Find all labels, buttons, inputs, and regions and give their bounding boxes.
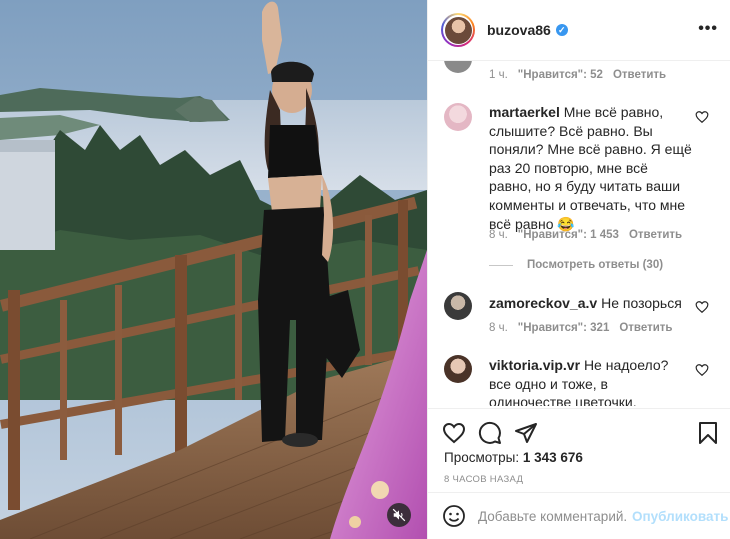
- comment-likes-count[interactable]: "Нравится": 1 453: [518, 229, 619, 241]
- views-count[interactable]: Просмотры: 1 343 676: [444, 450, 583, 465]
- view-replies-button[interactable]: Посмотреть ответы (30): [489, 259, 663, 271]
- bookmark-icon[interactable]: [696, 421, 720, 445]
- author-avatar[interactable]: [441, 13, 475, 47]
- post-header: buzova86 ✓ •••: [428, 0, 730, 61]
- verified-badge-icon: ✓: [555, 24, 568, 36]
- comment-likes-count[interactable]: "Нравится": 52: [518, 69, 603, 81]
- video-frame: [0, 0, 427, 539]
- post-video[interactable]: [0, 0, 427, 539]
- comment-text: Мне всё равно, слышите? Всё равно. Вы по…: [489, 104, 692, 232]
- comment-text: Не позорься: [601, 295, 682, 311]
- divider-line: [489, 264, 513, 266]
- comment-body: viktoria.vip.vr Не надоело? все одно и т…: [489, 356, 694, 406]
- comment-meta: 8 ч. "Нравится": 321 Ответить: [489, 322, 673, 334]
- heart-icon[interactable]: [695, 300, 709, 314]
- heart-icon[interactable]: [442, 421, 466, 445]
- share-paper-plane-icon[interactable]: [514, 421, 538, 445]
- author-username[interactable]: buzova86: [487, 22, 551, 38]
- comment-reply-button[interactable]: Ответить: [613, 69, 666, 81]
- comment-username[interactable]: zamoreckov_a.v: [489, 295, 597, 311]
- emoji-icon[interactable]: [442, 504, 466, 528]
- comment-time[interactable]: 8 ч.: [489, 229, 508, 241]
- view-replies-label: Посмотреть ответы (30): [527, 259, 664, 271]
- author-avatar-image: [444, 16, 472, 44]
- comment-likes-count[interactable]: "Нравится": 321: [518, 322, 610, 334]
- comment-avatar[interactable]: [444, 292, 472, 320]
- comment-time[interactable]: 1 ч.: [489, 69, 508, 81]
- comment-meta: 1 ч. "Нравится": 52 Ответить: [489, 69, 666, 81]
- post-side-panel: buzova86 ✓ ••• 1 ч. "Нравится": 52 Ответ…: [427, 0, 730, 539]
- comment-username[interactable]: martaerkel: [489, 104, 560, 120]
- comment-bubble-icon[interactable]: [478, 421, 502, 445]
- more-options-icon[interactable]: •••: [698, 20, 718, 38]
- comment-input[interactable]: [478, 508, 628, 524]
- comment-reply-button[interactable]: Ответить: [619, 322, 672, 334]
- speaker-muted-icon: [392, 508, 406, 522]
- comment-body: zamoreckov_a.v Не позорься: [489, 294, 694, 313]
- comment-avatar[interactable]: [444, 103, 472, 131]
- post-actions-bar: [428, 408, 730, 448]
- comment-meta: 8 ч. "Нравится": 1 453 Ответить: [489, 229, 682, 241]
- views-label: Просмотры:: [444, 450, 520, 465]
- add-comment-bar: Опубликовать: [428, 492, 730, 539]
- mute-toggle-button[interactable]: [387, 503, 411, 527]
- comment-body: martaerkel Мне всё равно, слышите? Всё р…: [489, 103, 694, 233]
- post-timestamp[interactable]: 8 ЧАСОВ НАЗАД: [444, 474, 523, 485]
- author-avatar-frame: [443, 15, 473, 45]
- views-value: 1 343 676: [522, 450, 583, 465]
- comment-avatar[interactable]: [444, 61, 472, 73]
- comment-username[interactable]: viktoria.vip.vr: [489, 357, 580, 373]
- publish-button[interactable]: Опубликовать: [632, 509, 728, 524]
- comment-time[interactable]: 8 ч.: [489, 322, 508, 334]
- comments-list[interactable]: 1 ч. "Нравится": 52 Ответить martaerkel …: [428, 61, 730, 406]
- comment-avatar[interactable]: [444, 355, 472, 383]
- comment-reply-button[interactable]: Ответить: [629, 229, 682, 241]
- heart-icon[interactable]: [695, 363, 709, 377]
- heart-icon[interactable]: [695, 110, 709, 124]
